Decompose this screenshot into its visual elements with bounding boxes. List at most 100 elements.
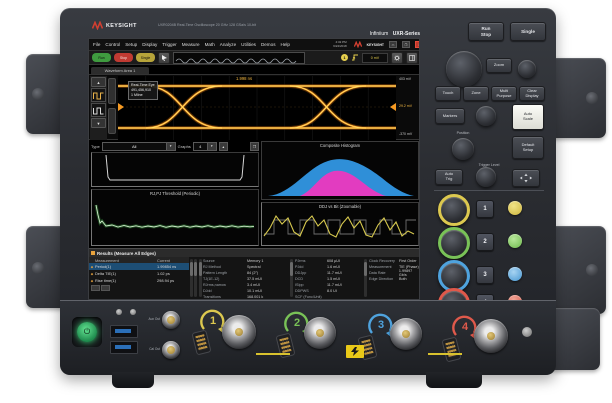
- model-text: UXR0204B Real-Time Oscilloscope 20 GHz 1…: [158, 23, 256, 27]
- menu-utilities[interactable]: Utilities: [241, 42, 256, 47]
- channel2-scale-knob[interactable]: [438, 227, 470, 259]
- waveform-source-icon[interactable]: [91, 103, 106, 117]
- run-button[interactable]: Run: [92, 53, 111, 62]
- menu-control[interactable]: Control: [105, 42, 120, 47]
- page-button[interactable]: [101, 285, 110, 291]
- menu-file[interactable]: File: [93, 42, 100, 47]
- minimize-button[interactable]: ▭: [389, 41, 397, 48]
- waveform-sidebar: ▲ ▼: [90, 76, 107, 140]
- single-button[interactable]: Single: [510, 22, 546, 41]
- display-screen: File Control Setup Display Trigger Measu…: [88, 38, 420, 300]
- vertical-tab[interactable]: [108, 78, 116, 104]
- menu-demos[interactable]: Demos: [261, 42, 276, 47]
- scroll-up-button[interactable]: ▲: [91, 77, 106, 87]
- touch-button[interactable]: Touch: [435, 86, 461, 101]
- auto-trig-button[interactable]: Auto Trig: [435, 169, 463, 185]
- svg-text:3: 3: [378, 319, 384, 331]
- vertical-tab[interactable]: [108, 108, 116, 134]
- menu-display[interactable]: Display: [142, 42, 157, 47]
- trigger-edge-icon: [352, 54, 358, 61]
- type-dropdown[interactable]: All ▾: [101, 141, 176, 151]
- eye-plot[interactable]: 1.998 ns Real-Time Eye 491,456,910 1 Mli…: [118, 76, 396, 140]
- info-label: Measurement: [369, 265, 392, 269]
- multi-purpose-button[interactable]: Multi Purpose: [491, 86, 517, 101]
- ground-jack: [130, 309, 136, 315]
- page-button[interactable]: [91, 285, 100, 291]
- axis-mid-label: 29.2 mV: [399, 104, 413, 108]
- info-label: Transitions: [203, 295, 221, 299]
- ddj-vs-bit-panel[interactable]: DDJ vs Bit (Zoomable): [261, 202, 419, 246]
- close-button[interactable]: ✕: [415, 41, 419, 48]
- pulse-icon: [93, 107, 104, 114]
- position-knob[interactable]: [452, 138, 474, 160]
- scroll-down-button[interactable]: ▼: [91, 118, 106, 128]
- menu-help[interactable]: Help: [281, 42, 290, 47]
- scrollbar[interactable]: [363, 259, 367, 297]
- info-label: TJ(1E-12): [203, 277, 220, 281]
- channel3-button[interactable]: 3: [476, 266, 494, 284]
- trigger-setup-button[interactable]: [391, 51, 403, 64]
- pointer-tool-button[interactable]: [158, 51, 170, 64]
- bathtub-plot[interactable]: [91, 152, 259, 187]
- menu-setup[interactable]: Setup: [125, 42, 137, 47]
- default-setup-button[interactable]: Default Setup: [512, 136, 544, 159]
- auto-scale-button[interactable]: Auto Scale: [512, 104, 544, 130]
- waveform-source-icon[interactable]: [91, 88, 106, 102]
- table-row[interactable]: ◆ Rise time(1) 298.94 ps: [89, 277, 189, 284]
- horizontal-scale-knob[interactable]: [446, 51, 482, 87]
- scrollbar[interactable]: [199, 259, 203, 297]
- scrollbar[interactable]: [289, 259, 293, 297]
- channel1-scale-knob[interactable]: [438, 194, 470, 226]
- markers-knob[interactable]: [476, 106, 496, 126]
- scrollbar-strip: [189, 257, 203, 299]
- channel2-button[interactable]: 2: [476, 233, 494, 251]
- keysight-spark-icon: [92, 21, 103, 30]
- channel2-offset-knob[interactable]: [508, 234, 522, 248]
- sidebar-toggle-button[interactable]: [406, 51, 418, 64]
- table-pagination: [89, 284, 189, 291]
- clear-display-button[interactable]: Clear Display: [519, 86, 545, 101]
- graphs-label: Graphs: [177, 143, 191, 149]
- measurement-icon: [91, 251, 95, 255]
- waveform-area-tab[interactable]: Waveform Area 1: [91, 67, 149, 74]
- trigger-level-value[interactable]: 0 mV: [362, 52, 388, 63]
- horizontal-preview-strip[interactable]: [173, 51, 305, 64]
- run-stop-button[interactable]: Run Stop: [468, 22, 504, 41]
- oscilloscope-product-view: KEYSIGHT UXR0204B Real-Time Oscilloscope…: [0, 0, 612, 403]
- series-name: UXR-Series: [392, 31, 420, 37]
- table-row[interactable]: ◆ Period(1) 1.99854 ns: [89, 263, 189, 270]
- scrollbar[interactable]: [194, 259, 198, 297]
- stop-button[interactable]: Stop: [114, 53, 133, 62]
- trigger-source-badge: 1: [341, 54, 348, 61]
- usb-port: [110, 325, 138, 338]
- menu-measure[interactable]: Measure: [182, 42, 200, 47]
- zoom-button[interactable]: Zoom: [486, 58, 512, 73]
- horizontal-position-knob[interactable]: [518, 60, 536, 78]
- undock-button[interactable]: ❐: [250, 141, 259, 151]
- single-button[interactable]: Single: [136, 53, 155, 62]
- restore-button[interactable]: ❐: [402, 41, 410, 48]
- channel3-offset-knob[interactable]: [508, 267, 522, 281]
- info-value: 8.0 UI: [327, 289, 337, 293]
- channel1-offset-knob[interactable]: [508, 201, 522, 215]
- info-value: Memory 1: [247, 259, 264, 263]
- svg-text:4: 4: [462, 321, 469, 333]
- info-value: 3.4 mUI: [247, 283, 260, 287]
- markers-button[interactable]: Markers: [435, 108, 465, 124]
- menu-analyze[interactable]: Analyze: [220, 42, 236, 47]
- menu-math[interactable]: Math: [205, 42, 215, 47]
- channel1-button[interactable]: 1: [476, 200, 494, 218]
- rjpj-threshold-panel[interactable]: RJ,PJ Threshold (Periodic): [91, 189, 259, 246]
- graphs-dropdown[interactable]: 4 ▾: [192, 141, 217, 151]
- info-label: RJrms,narrow: [203, 283, 226, 287]
- power-button[interactable]: ⏻: [77, 322, 97, 342]
- info-label: PJdd: [295, 265, 304, 269]
- trigger-level-knob[interactable]: [476, 167, 496, 187]
- scrollbar[interactable]: [189, 259, 193, 297]
- zone-button[interactable]: Zone: [463, 86, 489, 101]
- collapse-button[interactable]: ▴: [218, 141, 228, 151]
- trigger-set-pad[interactable]: [512, 169, 540, 187]
- table-row[interactable]: ◆ Delta TIE(1) 1.02 ps: [89, 270, 189, 277]
- menu-trigger[interactable]: Trigger: [162, 42, 176, 47]
- composite-histogram-panel[interactable]: Composite Histogram: [261, 141, 419, 200]
